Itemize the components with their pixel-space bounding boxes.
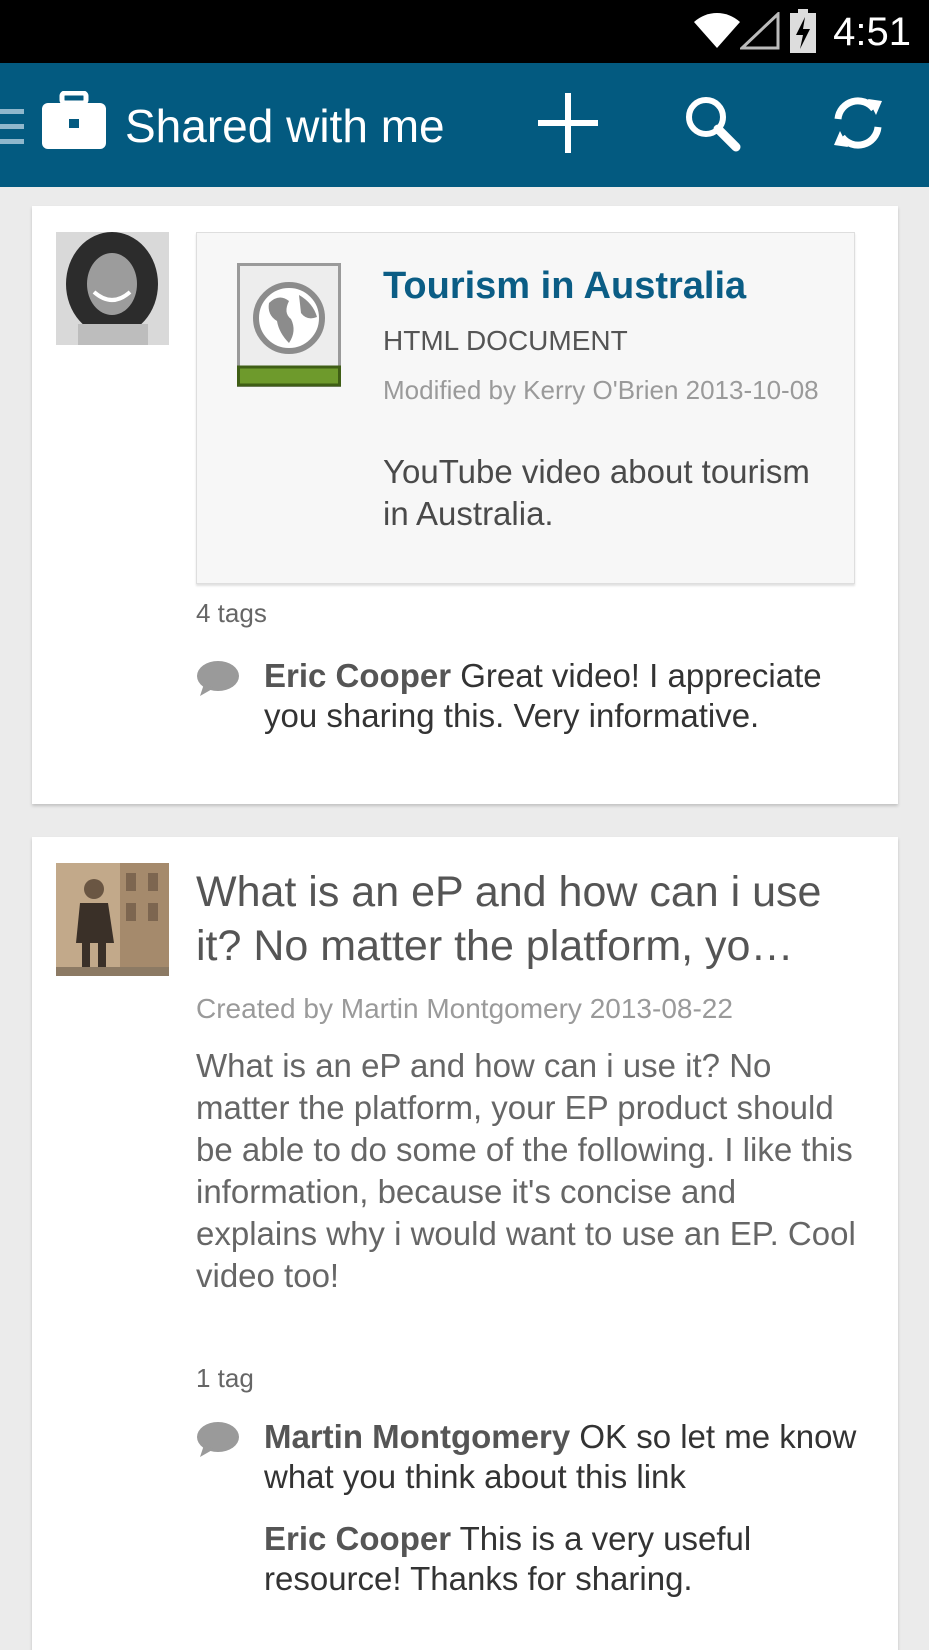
post-title[interactable]: What is an eP and how can i use it? No m… [196, 865, 876, 973]
comment-bubble-icon [196, 1421, 240, 1464]
refresh-icon [828, 93, 888, 158]
action-bar: Shared with me [0, 63, 929, 187]
attachment-description: YouTube video about tourism in Australia… [383, 453, 810, 532]
avatar[interactable] [56, 232, 169, 345]
tags-link[interactable]: 4 tags [196, 598, 267, 629]
attachment-modified: Modified by Kerry O'Brien 2013-10-08 [383, 375, 819, 405]
comment: Eric Cooper This is a very useful resour… [196, 1519, 876, 1599]
feed-card[interactable]: Tourism in Australia HTML DOCUMENT Modif… [32, 206, 898, 804]
page-title: Shared with me [125, 100, 445, 152]
post-meta: Created by Martin Montgomery 2013-08-22 [196, 993, 733, 1024]
wifi-icon [692, 10, 742, 55]
search-icon [682, 93, 742, 158]
refresh-button[interactable] [818, 85, 898, 165]
comment-bubble-icon [196, 660, 240, 703]
avatar[interactable] [56, 863, 169, 976]
feed-card[interactable]: What is an eP and how can i use it? No m… [32, 837, 898, 1650]
menu-icon[interactable] [0, 107, 26, 152]
battery-charging-icon [790, 9, 816, 58]
comment: Eric Cooper Great video! I appreciate yo… [196, 656, 876, 736]
attachment-card[interactable]: Tourism in Australia HTML DOCUMENT Modif… [196, 232, 855, 584]
add-icon [536, 91, 600, 160]
status-bar: 4:51 [0, 0, 929, 63]
comment-author[interactable]: Eric Cooper [264, 1520, 451, 1557]
comment: Martin Montgomery OK so let me know what… [196, 1417, 876, 1497]
signal-icon [738, 10, 780, 55]
add-button[interactable] [528, 85, 608, 165]
attachment-title[interactable]: Tourism in Australia [383, 265, 746, 308]
briefcase-icon[interactable] [42, 90, 106, 156]
attachment-type: HTML DOCUMENT [383, 325, 628, 356]
clock: 4:51 [833, 10, 911, 54]
comment-author[interactable]: Martin Montgomery [264, 1418, 570, 1455]
globe-document-icon [237, 263, 341, 387]
comment-author[interactable]: Eric Cooper [264, 657, 451, 694]
post-body: What is an eP and how can i use it? No m… [196, 1047, 856, 1294]
search-button[interactable] [672, 85, 752, 165]
tags-link[interactable]: 1 tag [196, 1363, 254, 1394]
